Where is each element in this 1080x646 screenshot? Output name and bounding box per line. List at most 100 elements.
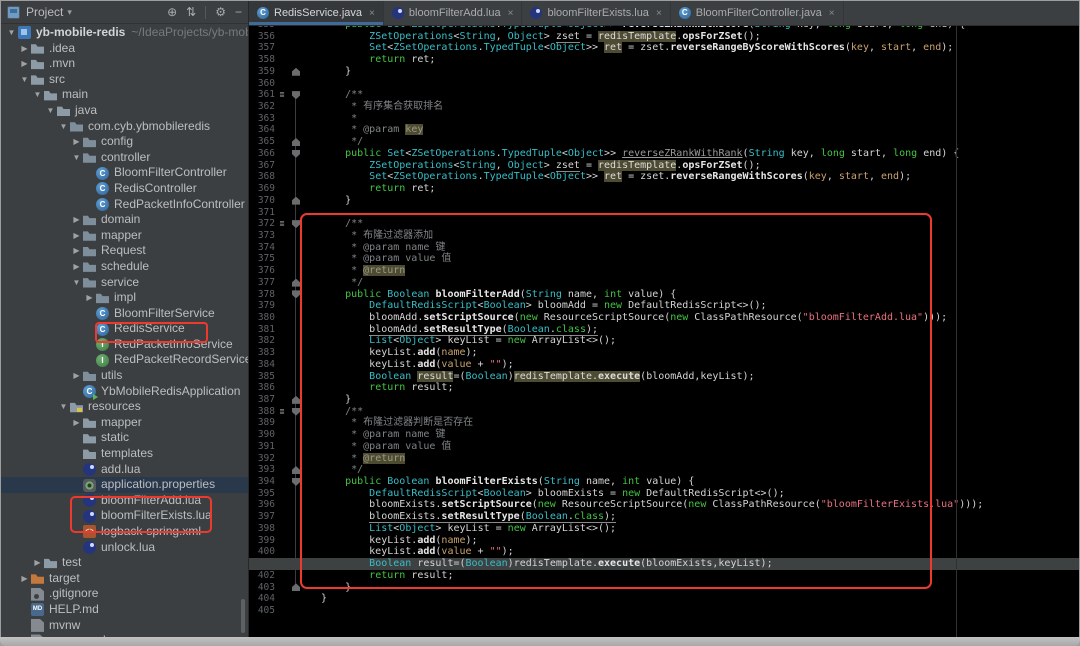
- tree-item-bloomfilteradd.lua[interactable]: bloomFilterAdd.lua: [1, 493, 248, 509]
- expand-arrow-icon[interactable]: ▼: [5, 25, 18, 41]
- tree-item-mapper[interactable]: ▶ mapper: [1, 415, 248, 431]
- code-line-369[interactable]: 369 return ret;: [249, 183, 1079, 195]
- code-line-370[interactable]: 370 }: [249, 195, 1079, 207]
- locate-icon[interactable]: ⊕: [167, 5, 177, 19]
- code-line-361[interactable]: 361 ≣ /**: [249, 89, 1079, 101]
- code-line-360[interactable]: 360: [249, 78, 1079, 90]
- tree-item-templates[interactable]: templates: [1, 446, 248, 462]
- code-line-375[interactable]: 375 * @param value 值: [249, 253, 1079, 265]
- tree-item-unlock.lua[interactable]: unlock.lua: [1, 540, 248, 556]
- tab-redisservice.java[interactable]: C RedisService.java ×: [249, 1, 384, 25]
- tree-item-redpacketinfoservice[interactable]: I RedPacketInfoService: [1, 337, 248, 353]
- tree-item-bloomfilterservice[interactable]: C BloomFilterService: [1, 306, 248, 322]
- tree-item-impl[interactable]: ▶ impl: [1, 290, 248, 306]
- fold-marker-end[interactable]: [289, 277, 303, 289]
- code-line-392[interactable]: 392 * @return: [249, 452, 1079, 465]
- code-line-398[interactable]: 398 List<Object> keyList = new ArrayList…: [249, 523, 1079, 535]
- fold-marker-start[interactable]: [289, 148, 303, 160]
- code-line-366[interactable]: 366 public Set<ZSetOperations.TypedTuple…: [249, 148, 1079, 160]
- code-line-401[interactable]: Boolean result=(Boolean)redisTemplate.ex…: [249, 558, 1079, 570]
- settings-gear-icon[interactable]: ⚙: [215, 5, 226, 19]
- expand-arrow-icon[interactable]: ▶: [70, 243, 83, 259]
- code-line-381[interactable]: 381 bloomAdd.setResultType(Boolean.class…: [249, 323, 1079, 336]
- tree-item-controller[interactable]: ▼ controller: [1, 150, 248, 166]
- code-line-400[interactable]: 400 keyList.add(value + "");: [249, 546, 1079, 558]
- fold-marker-end[interactable]: [289, 464, 303, 476]
- code-line-377[interactable]: 377 */: [249, 277, 1079, 289]
- code-line-380[interactable]: 380 bloomAdd.setScriptSource(new Resourc…: [249, 312, 1079, 324]
- code-line-404[interactable]: 404}: [249, 593, 1079, 605]
- expand-arrow-icon[interactable]: ▼: [70, 275, 83, 291]
- expand-arrow-icon[interactable]: ▶: [83, 290, 96, 306]
- code-line-388[interactable]: 388 ≣ /**: [249, 406, 1079, 418]
- hide-panel-icon[interactable]: −: [235, 5, 242, 19]
- code-line-387[interactable]: 387 }: [249, 394, 1079, 406]
- expand-arrow-icon[interactable]: ▶: [31, 555, 44, 571]
- chevron-down-icon[interactable]: ▾: [67, 7, 72, 18]
- tree-item-schedule[interactable]: ▶ schedule: [1, 259, 248, 275]
- code-line-402[interactable]: 402 return result;: [249, 570, 1079, 582]
- code-line-390[interactable]: 390 * @param name 键: [249, 429, 1079, 441]
- code-line-373[interactable]: 373 * 布隆过滤器添加: [249, 230, 1079, 242]
- close-icon[interactable]: ×: [829, 8, 835, 19]
- code-line-383[interactable]: 383 keyList.add(name);: [249, 347, 1079, 359]
- fold-marker-start[interactable]: [289, 218, 303, 230]
- expand-arrow-icon[interactable]: ▼: [31, 87, 44, 103]
- code-line-384[interactable]: 384 keyList.add(value + "");: [249, 359, 1079, 371]
- tree-item-request[interactable]: ▶ Request: [1, 243, 248, 259]
- code-line-385[interactable]: 385 Boolean result=(Boolean)redisTemplat…: [249, 370, 1079, 383]
- tree-item-utils[interactable]: ▶ utils: [1, 368, 248, 384]
- code-line-362[interactable]: 362 * 有序集合获取排名: [249, 101, 1079, 113]
- close-icon[interactable]: ×: [656, 8, 662, 19]
- expand-arrow-icon[interactable]: ▶: [18, 41, 31, 57]
- close-icon[interactable]: ×: [508, 8, 514, 19]
- tree-item-config[interactable]: ▶ config: [1, 134, 248, 150]
- code-line-365[interactable]: 365 */: [249, 136, 1079, 148]
- fold-marker-start[interactable]: [289, 476, 303, 488]
- code-line-364[interactable]: 364 * @param key: [249, 124, 1079, 136]
- code-line-396[interactable]: 396 bloomExists.setScriptSource(new Reso…: [249, 499, 1079, 511]
- tab-bloomfiltercontroller.java[interactable]: C BloomFilterController.java ×: [671, 1, 844, 25]
- tree-item-help.md[interactable]: MD HELP.md: [1, 602, 248, 618]
- fold-marker-end[interactable]: [289, 195, 303, 207]
- code-line-382[interactable]: 382 List<Object> keyList = new ArrayList…: [249, 335, 1079, 347]
- expand-arrow-icon[interactable]: ▼: [44, 103, 57, 119]
- expand-arrow-icon[interactable]: ▶: [70, 368, 83, 384]
- code-line-403[interactable]: 403 }: [249, 582, 1079, 594]
- tree-item-application.properties[interactable]: application.properties: [1, 477, 248, 493]
- tab-bloomfilteradd.lua[interactable]: bloomFilterAdd.lua ×: [384, 1, 523, 25]
- code-line-358[interactable]: 358 return ret;: [249, 54, 1079, 66]
- tree-item-yb-mobile-redis[interactable]: ▼ yb-mobile-redis ~/IdeaProjects/yb-mobile…: [1, 25, 248, 41]
- tree-item-resources[interactable]: ▼ resources: [1, 399, 248, 415]
- tree-item-com.cyb.ybmobileredis[interactable]: ▼ com.cyb.ybmobileredis: [1, 119, 248, 135]
- tree-item-.idea[interactable]: ▶ .idea: [1, 41, 248, 57]
- code-line-363[interactable]: 363 *: [249, 113, 1079, 125]
- expand-arrow-icon[interactable]: ▶: [70, 228, 83, 244]
- code-line-357[interactable]: 357 Set<ZSetOperations.TypedTuple<Object…: [249, 42, 1079, 54]
- code-line-405[interactable]: 405: [249, 605, 1079, 617]
- tree-item-.mvn[interactable]: ▶ .mvn: [1, 56, 248, 72]
- collapse-all-icon[interactable]: ⇅: [186, 5, 196, 19]
- code-line-395[interactable]: 395 DefaultRedisScript<Boolean> bloomExi…: [249, 488, 1079, 500]
- tree-item-redpacketinfocontroller[interactable]: C RedPacketInfoController: [1, 197, 248, 213]
- code-line-379[interactable]: 379 DefaultRedisScript<Boolean> bloomAdd…: [249, 300, 1079, 312]
- fold-marker-end[interactable]: [289, 66, 303, 78]
- fold-marker-end[interactable]: [289, 136, 303, 148]
- fold-marker-end[interactable]: [289, 394, 303, 406]
- tree-item-redisservice[interactable]: C RedisService: [1, 321, 248, 337]
- code-line-378[interactable]: 378 public Boolean bloomFilterAdd(String…: [249, 289, 1079, 301]
- code-line-367[interactable]: 367 ZSetOperations<String, Object> zset …: [249, 159, 1079, 172]
- tree-item-mvnw[interactable]: mvnw: [1, 618, 248, 634]
- tree-item-target[interactable]: ▶ target: [1, 571, 248, 587]
- tab-bloomfilterexists.lua[interactable]: bloomFilterExists.lua ×: [522, 1, 671, 25]
- code-line-371[interactable]: 371: [249, 207, 1079, 219]
- project-panel-title[interactable]: Project: [26, 5, 63, 19]
- expand-arrow-icon[interactable]: ▶: [70, 212, 83, 228]
- tree-item-static[interactable]: static: [1, 430, 248, 446]
- expand-arrow-icon[interactable]: ▶: [70, 134, 83, 150]
- fold-marker-end[interactable]: [289, 582, 303, 594]
- fold-marker-start[interactable]: [289, 406, 303, 418]
- tree-item-bloomfiltercontroller[interactable]: C BloomFilterController: [1, 165, 248, 181]
- tree-item-logback-spring.xml[interactable]: <> logback-spring.xml: [1, 524, 248, 540]
- code-line-393[interactable]: 393 */: [249, 464, 1079, 476]
